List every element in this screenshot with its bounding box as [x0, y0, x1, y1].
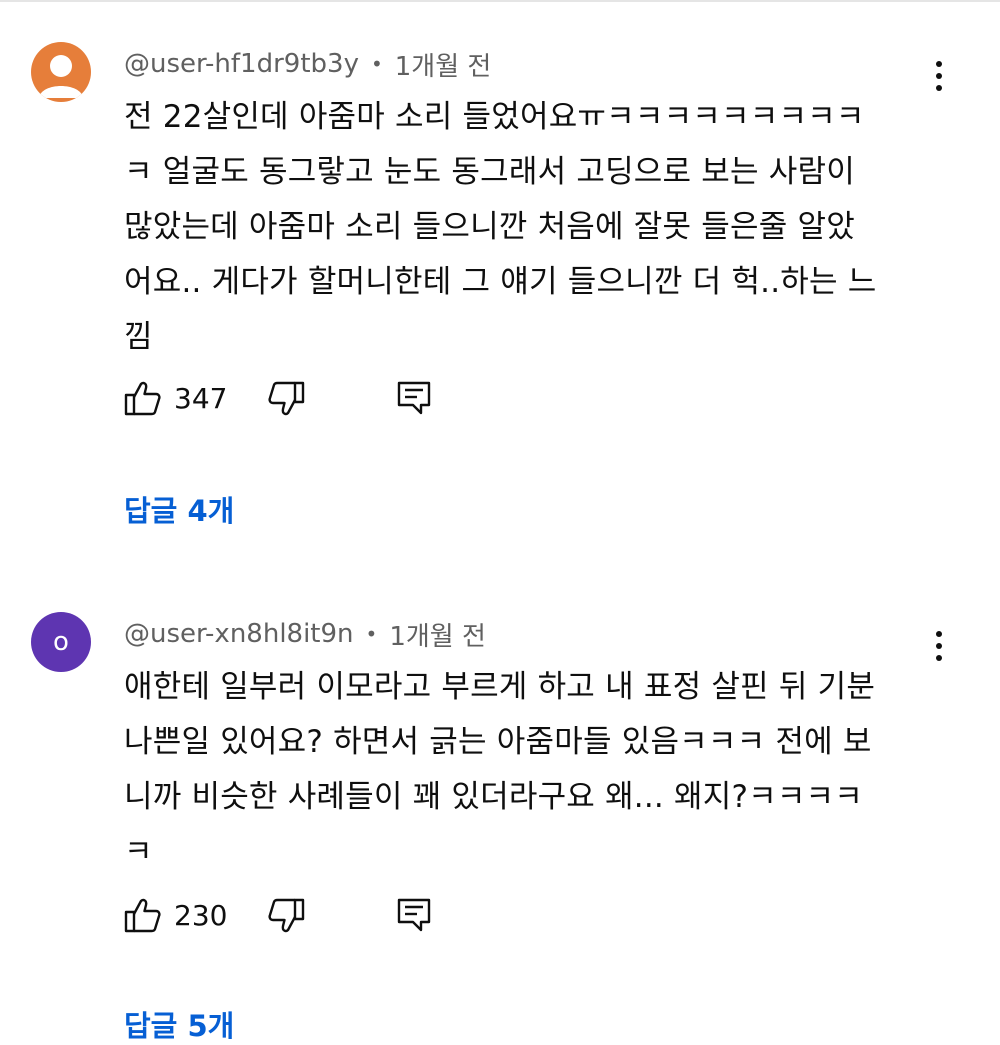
separator-dot: •	[365, 622, 378, 646]
more-vertical-icon[interactable]	[924, 626, 954, 666]
reply-comment-icon	[397, 898, 431, 932]
like-button[interactable]: 347	[124, 378, 227, 418]
like-count: 347	[174, 381, 228, 415]
comment-time: 1개월 전	[389, 621, 486, 652]
separator-dot: •	[370, 52, 383, 76]
comment-thread: @user-hf1dr9tb3y • 1개월 전 전 22살인데 아줌마 소리 …	[0, 0, 1000, 560]
comment-author[interactable]: @user-xn8hl8it9n	[124, 619, 354, 649]
reply-button[interactable]	[396, 897, 432, 933]
thumbs-down-icon	[268, 898, 305, 933]
avatar-letter: o	[53, 627, 69, 657]
comment-actions: 347	[124, 378, 484, 418]
person-icon	[39, 55, 83, 98]
more-vertical-icon[interactable]	[924, 56, 954, 96]
like-button[interactable]: 230	[124, 895, 227, 935]
thumbs-up-icon	[124, 898, 161, 933]
reply-comment-icon	[397, 381, 431, 415]
comment-author[interactable]: @user-hf1dr9tb3y	[124, 49, 359, 79]
replies-toggle-button[interactable]: 답글 5개	[124, 1003, 234, 1045]
comment-time: 1개월 전	[394, 51, 492, 82]
comment-actions: 230	[124, 895, 484, 935]
replies-toggle-button[interactable]: 답글 4개	[124, 488, 234, 530]
avatar[interactable]	[31, 42, 91, 102]
thumbs-down-icon	[268, 381, 305, 416]
like-count: 230	[174, 898, 228, 932]
comment-text: 전 22살인데 아줌마 소리 들었어요ㅠㅋㅋㅋㅋㅋㅋㅋㅋㅋ ㅋ 얼굴도 동그랗고…	[124, 99, 877, 355]
reply-button[interactable]	[396, 380, 432, 416]
avatar[interactable]: o	[31, 612, 91, 672]
comment-text: 애한테 일부러 이모라고 부르게 하고 내 표정 살핀 뒤 기분 나쁜일 있어요…	[124, 669, 876, 870]
thumbs-up-icon	[124, 381, 161, 416]
comment-header: @user-hf1dr9tb3y • 1개월 전	[124, 44, 491, 84]
comment-thread: o @user-xn8hl8it9n • 1개월 전 애한테 일부러 이모라고 …	[0, 560, 1000, 1043]
comment-header: @user-xn8hl8it9n • 1개월 전	[124, 614, 486, 654]
dislike-button[interactable]	[267, 380, 305, 418]
dislike-button[interactable]	[267, 897, 305, 935]
